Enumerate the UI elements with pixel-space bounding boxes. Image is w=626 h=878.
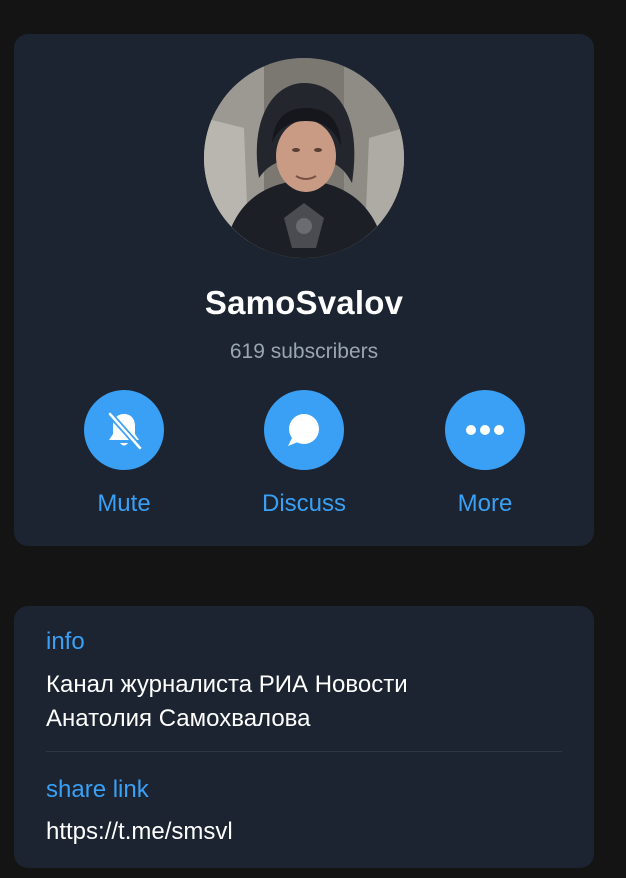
info-label: info <box>46 628 85 655</box>
more-button[interactable]: More <box>405 390 565 530</box>
discuss-label: Discuss <box>261 490 346 517</box>
more-dots-icon <box>466 425 504 435</box>
mute-button[interactable]: Mute <box>44 390 204 530</box>
more-label: More <box>457 490 513 517</box>
mute-label: Mute <box>97 490 151 517</box>
bell-slash-icon <box>107 411 143 451</box>
avatar-photo <box>204 58 404 258</box>
avatar[interactable] <box>204 58 404 258</box>
info-line-2: Анатолия Самохвалова <box>46 705 311 732</box>
mute-button-circle[interactable] <box>84 390 164 470</box>
discuss-button[interactable]: Discuss <box>224 390 384 530</box>
subscriber-count: 619 subscribers <box>229 340 379 363</box>
info-text[interactable]: Канал журналиста РИА Новости Анатолия Са… <box>46 668 566 736</box>
more-button-circle[interactable] <box>445 390 525 470</box>
profile-card: SamoSvalov 619 subscribers Mute Discuss <box>14 34 594 546</box>
divider <box>46 751 562 752</box>
discuss-button-circle[interactable] <box>264 390 344 470</box>
share-link-label: share link <box>46 776 149 803</box>
info-card: info Канал журналиста РИА Новости Анатол… <box>14 606 594 868</box>
channel-name: SamoSvalov <box>204 284 404 321</box>
info-line-1: Канал журналиста РИА Новости <box>46 671 408 698</box>
share-link-url[interactable]: https://t.me/smsvl <box>46 815 233 849</box>
chat-bubble-icon <box>288 414 319 446</box>
